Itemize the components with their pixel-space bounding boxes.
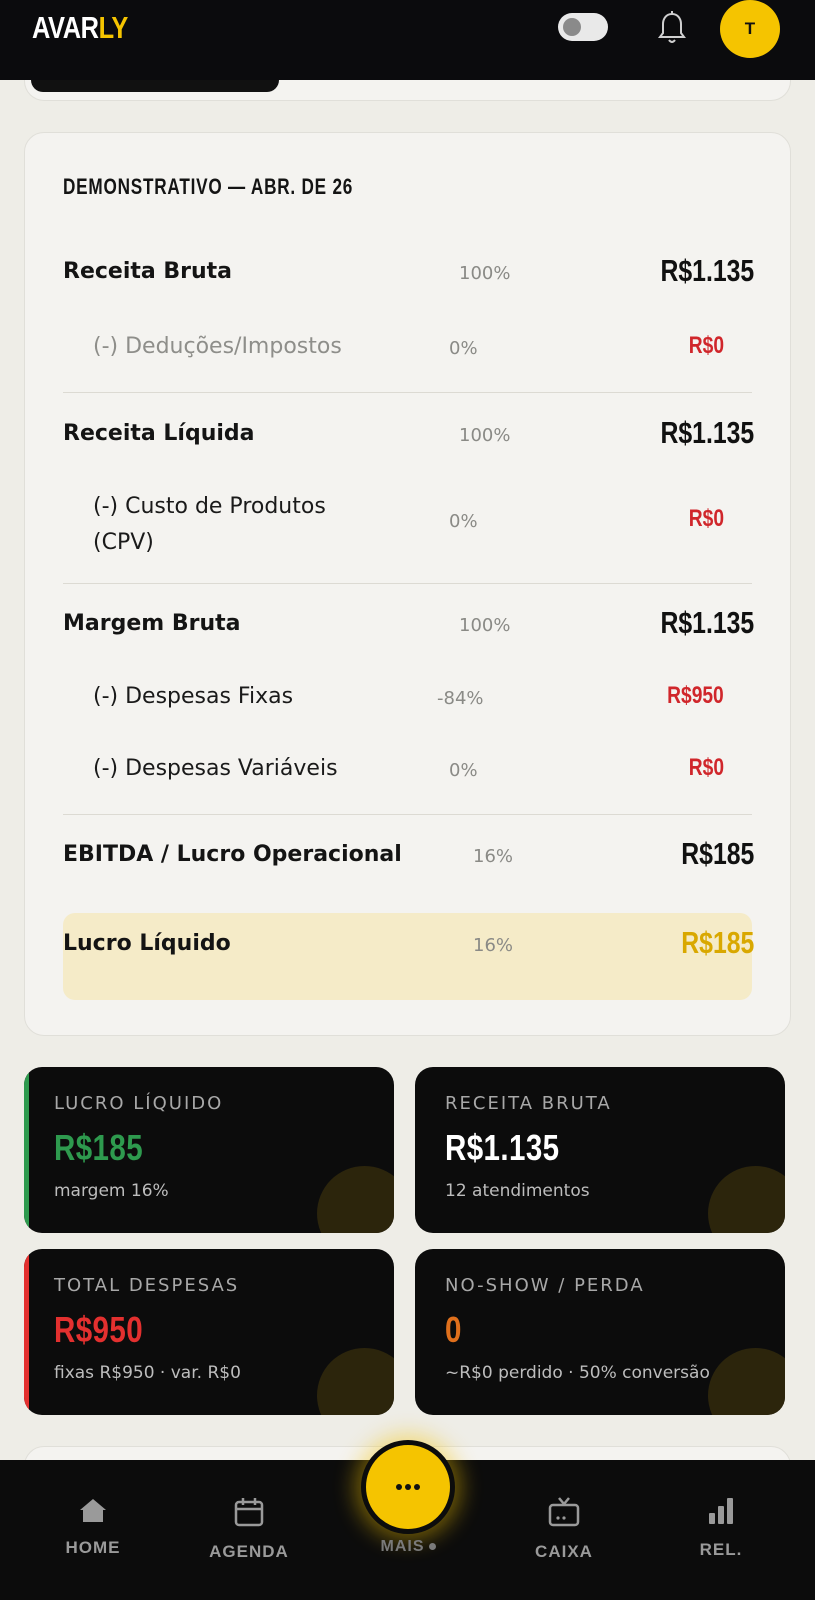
row-amount: R$1.135 bbox=[660, 605, 754, 640]
row-label: Receita Líquida bbox=[63, 421, 255, 446]
row-amount: R$185 bbox=[680, 925, 754, 960]
row-label-line2: (CPV) bbox=[93, 530, 154, 555]
divider bbox=[63, 583, 752, 584]
kpi-stripe bbox=[24, 1067, 29, 1233]
top-bar: AVARLY T bbox=[0, 0, 815, 80]
kpi-value: 0 bbox=[445, 1309, 462, 1350]
row-label: (-) Deduções/Impostos bbox=[93, 334, 342, 359]
logo-accent: LY bbox=[98, 10, 129, 45]
nav-caixa-label: CAIXA bbox=[535, 1542, 593, 1561]
kpi-lucro-liquido[interactable]: LUCRO LÍQUIDO R$185 margem 16% bbox=[24, 1067, 394, 1233]
divider bbox=[63, 392, 752, 393]
app-logo[interactable]: AVARLY bbox=[32, 10, 128, 46]
row-label: Margem Bruta bbox=[63, 611, 241, 636]
nav-mais-label: MAIS bbox=[380, 1538, 425, 1555]
toggle-knob bbox=[563, 18, 581, 36]
row-label: (-) Despesas Fixas bbox=[93, 684, 294, 709]
avatar[interactable]: T bbox=[720, 0, 780, 58]
kpi-subtext: fixas R$950 · var. R$0 bbox=[54, 1363, 241, 1383]
row-amount: R$950 bbox=[667, 682, 724, 709]
row-label: (-) Custo de Produtos (CPV) bbox=[93, 489, 326, 561]
nav-agenda-label: AGENDA bbox=[209, 1542, 289, 1561]
kpi-label: NO-SHOW / PERDA bbox=[445, 1275, 645, 1296]
kpi-label: RECEITA BRUTA bbox=[445, 1093, 612, 1114]
logo-main: AVAR bbox=[32, 10, 99, 45]
row-percent: -84% bbox=[437, 688, 484, 709]
more-dots-icon bbox=[396, 1484, 420, 1490]
kpi-no-show[interactable]: NO-SHOW / PERDA 0 ~R$0 perdido · 50% con… bbox=[415, 1249, 785, 1415]
kpi-total-despesas[interactable]: TOTAL DESPESAS R$950 fixas R$950 · var. … bbox=[24, 1249, 394, 1415]
income-statement-card: DEMONSTRATIVO — ABR. DE 26 Receita Bruta… bbox=[24, 132, 791, 1036]
kpi-decoration bbox=[317, 1348, 394, 1415]
row-percent: 100% bbox=[459, 615, 511, 636]
row-amount: R$1.135 bbox=[660, 253, 754, 288]
nav-caixa[interactable]: CAIXA bbox=[509, 1496, 619, 1562]
kpi-value: R$185 bbox=[54, 1127, 144, 1168]
kpi-value: R$950 bbox=[54, 1309, 144, 1350]
row-amount: R$1.135 bbox=[660, 415, 754, 450]
row-amount: R$0 bbox=[688, 505, 724, 532]
kpi-receita-bruta[interactable]: RECEITA BRUTA R$1.135 12 atendimentos bbox=[415, 1067, 785, 1233]
kpi-decoration bbox=[708, 1348, 785, 1415]
net-profit-highlight bbox=[63, 913, 752, 1000]
row-amount: R$185 bbox=[680, 836, 754, 871]
row-percent: 100% bbox=[459, 425, 511, 446]
nav-home-label: HOME bbox=[65, 1538, 121, 1557]
kpi-value: R$1.135 bbox=[445, 1127, 560, 1168]
bell-icon[interactable] bbox=[656, 10, 688, 46]
nav-mais[interactable]: MAIS bbox=[340, 1538, 476, 1556]
kpi-label: LUCRO LÍQUIDO bbox=[54, 1093, 224, 1114]
row-label: EBITDA / Lucro Operacional bbox=[63, 842, 402, 867]
row-label-line1: (-) Custo de Produtos bbox=[93, 494, 326, 519]
theme-toggle[interactable] bbox=[558, 13, 608, 41]
bar-chart-icon bbox=[709, 1498, 733, 1524]
cash-register-icon bbox=[548, 1497, 580, 1527]
calendar-icon bbox=[234, 1498, 264, 1527]
divider bbox=[63, 814, 752, 815]
nav-relatorios[interactable]: REL. bbox=[666, 1496, 776, 1560]
row-percent: 0% bbox=[449, 338, 478, 359]
kpi-subtext: 12 atendimentos bbox=[445, 1181, 590, 1201]
statement-title: DEMONSTRATIVO — ABR. DE 26 bbox=[63, 174, 354, 199]
row-label: Lucro Líquido bbox=[63, 931, 231, 956]
kpi-label: TOTAL DESPESAS bbox=[54, 1275, 240, 1296]
nav-relatorios-label: REL. bbox=[699, 1540, 743, 1559]
more-fab-button[interactable] bbox=[361, 1440, 455, 1534]
row-percent: 16% bbox=[473, 846, 514, 867]
row-amount: R$0 bbox=[688, 332, 724, 359]
row-label: (-) Despesas Variáveis bbox=[93, 756, 338, 781]
kpi-subtext: ~R$0 perdido · 50% conversão bbox=[445, 1363, 710, 1383]
active-dot bbox=[428, 1543, 436, 1551]
nav-agenda[interactable]: AGENDA bbox=[194, 1496, 304, 1562]
row-amount: R$0 bbox=[688, 754, 724, 781]
kpi-subtext: margem 16% bbox=[54, 1181, 169, 1201]
kpi-decoration bbox=[708, 1166, 785, 1233]
home-icon bbox=[80, 1499, 106, 1522]
nav-home[interactable]: HOME bbox=[38, 1496, 148, 1558]
row-percent: 100% bbox=[459, 263, 511, 284]
row-label: Receita Bruta bbox=[63, 259, 233, 284]
row-percent: 0% bbox=[449, 511, 478, 532]
row-percent: 0% bbox=[449, 760, 478, 781]
kpi-decoration bbox=[317, 1166, 394, 1233]
kpi-stripe bbox=[24, 1249, 29, 1415]
row-percent: 16% bbox=[473, 935, 514, 956]
